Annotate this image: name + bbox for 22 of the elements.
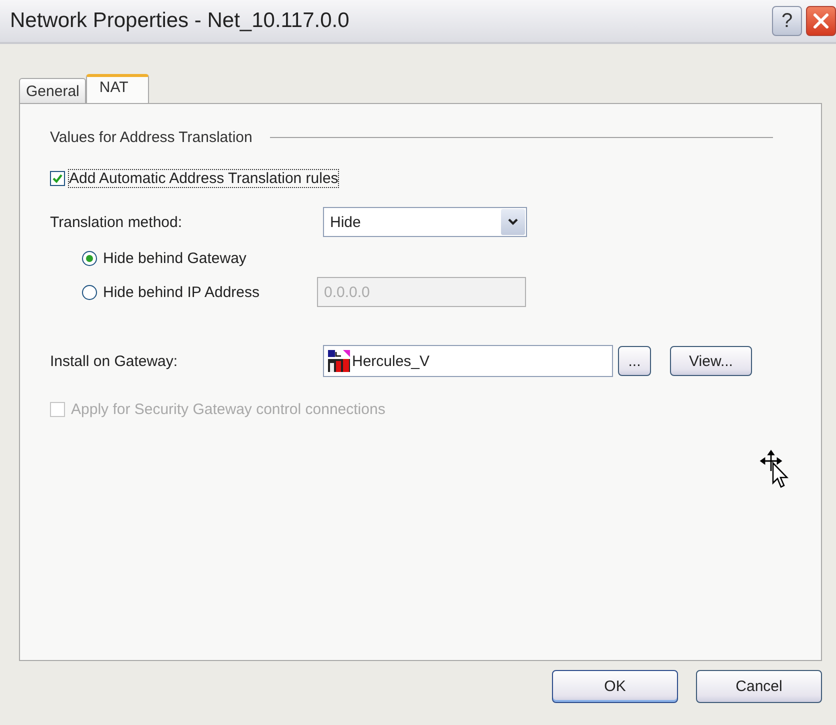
help-button[interactable]: ? [772,6,802,36]
radio-label[interactable]: Hide behind Gateway [103,250,317,267]
close-button[interactable] [806,6,836,36]
tab[interactable]: General [19,78,86,103]
radio-label[interactable]: Hide behind IP Address [103,284,317,300]
field-label: Translation method: [50,214,184,230]
radio-button[interactable] [82,251,97,266]
dialog-button[interactable]: Cancel [696,670,822,703]
window-title: Network Properties - Net_10.117.0.0 [10,9,350,33]
radio-button[interactable] [82,284,97,300]
gateway-icon [328,350,350,372]
checkbox-label[interactable]: Add Automatic Address Translation rules [69,170,338,187]
close-icon [812,12,830,30]
field-label: Install on Gateway: [50,352,179,370]
dialog-button[interactable]: OK [552,670,678,703]
browse-button[interactable]: ... [618,346,651,376]
view-button[interactable]: View... [670,346,752,376]
gateway-field[interactable]: Hercules_V [323,345,613,377]
group-title: Values for Address Translation [50,128,252,146]
tab[interactable]: NAT [86,74,150,104]
checkbox[interactable] [50,171,65,186]
translation-method-dropdown[interactable]: Hide [323,207,527,237]
